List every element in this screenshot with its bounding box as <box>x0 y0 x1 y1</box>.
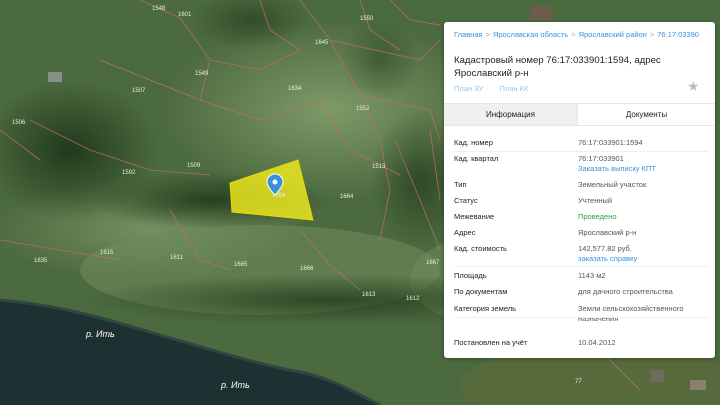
plot-number: 1634 <box>288 86 302 92</box>
plot-number: 1548 <box>152 6 166 12</box>
plot-number: 1552 <box>356 106 370 112</box>
info-panel: Главная > Ярославская область > Ярославский … <box>444 22 715 358</box>
plan-links: План ЗУ План КК <box>454 84 542 93</box>
property-value: для дачного строительства <box>578 287 710 297</box>
plot-number: 1665 <box>234 262 248 268</box>
property-value-text: 142,577.82 руб. <box>578 244 632 253</box>
property-value: Земельный участок <box>578 180 710 190</box>
property-value: 10.04.2012 <box>578 338 710 348</box>
plot-number: 1667 <box>426 260 440 266</box>
plot-number: 1615 <box>100 250 114 256</box>
breadcrumb-item[interactable]: Ярославская область <box>493 30 568 39</box>
divider <box>454 151 709 152</box>
plot-number: 1592 <box>122 170 136 176</box>
plot-number: 1507 <box>132 88 146 94</box>
plot-number: 1513 <box>372 164 386 170</box>
property-key: По документам <box>454 287 508 296</box>
property-value-text: 1143 м2 <box>578 271 606 280</box>
plot-number: 1613 <box>362 292 376 298</box>
property-key: Категория земель <box>454 304 517 313</box>
plan-kk-link[interactable]: План КК <box>499 84 528 93</box>
breadcrumb-item[interactable]: Главная <box>454 30 483 39</box>
property-value: Ярославский р-н <box>578 228 710 238</box>
property-value-text: Земельный участок <box>578 180 647 189</box>
property-value: 142,577.82 руб. заказать справку <box>578 244 710 263</box>
river-label: р. Ить <box>220 380 250 390</box>
property-key: Кад. стоимость <box>454 244 507 253</box>
property-action-link[interactable]: заказать справку <box>578 254 710 264</box>
property-key: Тип <box>454 180 467 189</box>
plot-number: 1612 <box>406 296 420 302</box>
divider <box>454 317 709 318</box>
breadcrumb: Главная > Ярославская область > Ярославский … <box>454 30 712 42</box>
plot-number: 1635 <box>34 258 48 264</box>
property-key: Межевание <box>454 212 495 221</box>
property-value-text: Земли сельскохозяйственного назначения <box>578 304 684 323</box>
plot-number: 1506 <box>12 120 26 126</box>
property-value: 1143 м2 <box>578 271 710 281</box>
breadcrumb-item[interactable]: Ярославский район <box>579 30 647 39</box>
tab-info[interactable]: Информация <box>444 104 578 125</box>
property-value: Земли сельскохозяйственного назначения <box>578 304 710 323</box>
breadcrumb-separator: > <box>571 30 576 39</box>
property-key: Адрес <box>454 228 476 237</box>
plot-number: 1549 <box>195 71 209 77</box>
plot-number: 1509 <box>187 163 201 169</box>
property-value-text: для дачного строительства <box>578 287 673 296</box>
river-label: р. Ить <box>85 329 115 339</box>
plot-number: 77 <box>575 379 582 385</box>
breadcrumb-separator: > <box>485 30 490 39</box>
property-key: Площадь <box>454 271 487 280</box>
breadcrumb-separator: > <box>649 30 655 39</box>
plot-number: 1664 <box>340 194 354 200</box>
property-value: 76:17:033901:1594 <box>578 138 710 148</box>
star-icon[interactable]: ★ <box>687 78 700 95</box>
property-value-text: 76:17:033901 <box>578 154 624 163</box>
plan-zu-link[interactable]: План ЗУ <box>454 84 483 93</box>
tab-documents[interactable]: Документы <box>578 104 715 125</box>
breadcrumb-item[interactable]: 76:17:03390 <box>657 30 699 39</box>
plot-number: 1645 <box>315 40 329 46</box>
property-value-text: Учтенный <box>578 196 613 205</box>
tab-bar: Информация Документы <box>444 103 715 126</box>
divider <box>454 266 709 267</box>
property-value: Учтенный <box>578 196 710 206</box>
property-value-text: 10.04.2012 <box>578 338 616 347</box>
property-key: Статус <box>454 196 478 205</box>
property-key: Постановлен на учёт <box>454 338 528 347</box>
plot-number: 1666 <box>300 266 314 272</box>
property-value-text: 76:17:033901:1594 <box>578 138 643 147</box>
plot-number: 1550 <box>360 16 374 22</box>
property-value: Проведено <box>578 212 710 222</box>
property-key: Кад. квартал <box>454 154 499 163</box>
plot-number: 1611 <box>170 255 184 261</box>
page-title: Кадастровый номер 76:17:033901:1594, адр… <box>454 55 661 79</box>
property-value-text: Проведено <box>578 212 617 221</box>
property-value-text: Ярославский р-н <box>578 228 637 237</box>
property-value: 76:17:033901 Заказать выписку КПТ <box>578 154 710 173</box>
property-action-link[interactable]: Заказать выписку КПТ <box>578 164 710 174</box>
plot-number: 1601 <box>178 12 192 18</box>
property-key: Кад. номер <box>454 138 493 147</box>
